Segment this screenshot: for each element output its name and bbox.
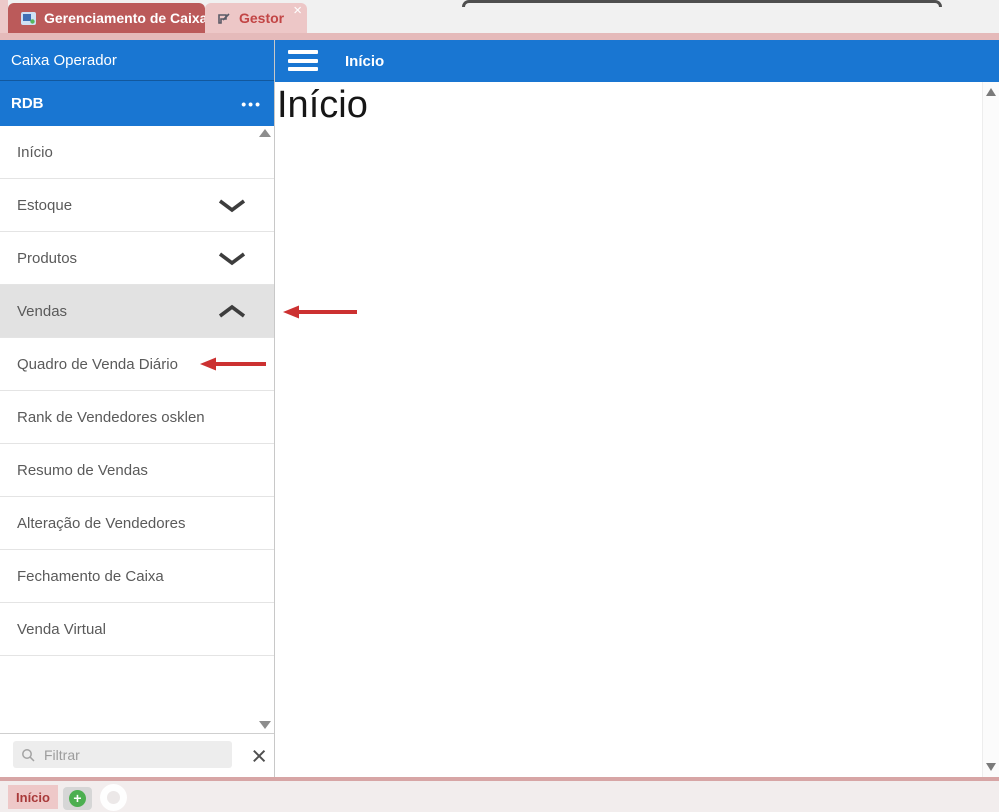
clear-filter-icon[interactable]: × <box>251 737 267 775</box>
plus-icon: + <box>69 790 86 807</box>
profile-label: RDB <box>11 95 44 112</box>
more-options-icon[interactable]: ••• <box>241 81 262 126</box>
submenu-item-venda-virtual[interactable]: Venda Virtual <box>0 603 274 656</box>
vertical-scrollbar[interactable] <box>982 82 999 777</box>
sidebar: Caixa Operador RDB ••• Início Estoque Pr… <box>0 40 275 777</box>
submenu-item-alteracao-de-vendedores[interactable]: Alteração de Vendedores <box>0 497 274 550</box>
tab-label: Gerenciamento de Caixa <box>44 10 207 26</box>
chevron-down-icon <box>217 251 247 266</box>
caixa-favicon-icon <box>21 11 36 26</box>
menu-item-label: Produtos <box>17 250 77 267</box>
sidebar-title: Caixa Operador <box>0 40 274 81</box>
hamburger-menu-icon[interactable] <box>288 50 318 72</box>
sidebar-menu: Início Estoque Produtos Vendas <box>0 126 274 733</box>
menu-item-label: Estoque <box>17 197 72 214</box>
submenu-item-resumo-de-vendas[interactable]: Resumo de Vendas <box>0 444 274 497</box>
submenu-item-label: Fechamento de Caixa <box>17 568 164 585</box>
main-content: Início <box>275 82 982 777</box>
submenu-item-label: Rank de Vendedores osklen <box>17 409 205 426</box>
chevron-down-icon <box>217 198 247 213</box>
menu-item-label: Início <box>17 144 53 161</box>
content-heading: Início <box>275 82 982 128</box>
submenu-item-label: Venda Virtual <box>17 621 106 638</box>
footer-bar: Início + <box>0 777 999 812</box>
gestor-favicon-icon <box>217 11 232 26</box>
submenu-item-label: Quadro de Venda Diário <box>17 356 178 373</box>
submenu-item-quadro-de-venda-diario[interactable]: Quadro de Venda Diário <box>0 338 274 391</box>
menu-item-vendas[interactable]: Vendas <box>0 285 274 338</box>
filter-input[interactable] <box>13 741 232 768</box>
submenu-item-label: Resumo de Vendas <box>17 462 148 479</box>
page-title: Início <box>345 40 384 82</box>
filter-bar: × <box>0 733 274 777</box>
background-window-edge <box>462 0 942 7</box>
chevron-up-icon <box>217 304 247 319</box>
sidebar-profile-rdb[interactable]: RDB ••• <box>0 81 274 126</box>
menu-item-inicio[interactable]: Início <box>0 126 274 179</box>
main-header: Início <box>275 40 999 82</box>
scroll-down-icon[interactable] <box>986 763 996 771</box>
faded-circle-icon <box>100 784 127 811</box>
close-icon[interactable]: × <box>293 3 302 18</box>
submenu-item-rank-de-vendedores[interactable]: Rank de Vendedores osklen <box>0 391 274 444</box>
browser-tab-bar: Gerenciamento de Caixa Gestor × <box>0 0 999 40</box>
footer-tab-inicio[interactable]: Início <box>8 785 58 809</box>
tab-gestor[interactable]: Gestor × <box>205 3 307 33</box>
menu-item-label: Vendas <box>17 303 67 320</box>
sidebar-scroll-up-icon[interactable] <box>259 129 271 137</box>
tabbar-left-sliver <box>0 0 8 33</box>
tab-label: Gestor <box>239 10 284 26</box>
menu-item-produtos[interactable]: Produtos <box>0 232 274 285</box>
main-area: Início Início <box>275 40 999 777</box>
active-tab-strip <box>0 33 999 40</box>
submenu-item-fechamento-de-caixa[interactable]: Fechamento de Caixa <box>0 550 274 603</box>
tab-gerenciamento-de-caixa[interactable]: Gerenciamento de Caixa <box>8 3 205 33</box>
submenu-item-label: Alteração de Vendedores <box>17 515 185 532</box>
add-tab-button[interactable]: + <box>63 787 92 810</box>
scroll-up-icon[interactable] <box>986 88 996 96</box>
sidebar-scroll-down-icon[interactable] <box>259 721 271 729</box>
menu-item-estoque[interactable]: Estoque <box>0 179 274 232</box>
app-screen: Gerenciamento de Caixa Gestor × Caixa Op… <box>0 0 999 812</box>
